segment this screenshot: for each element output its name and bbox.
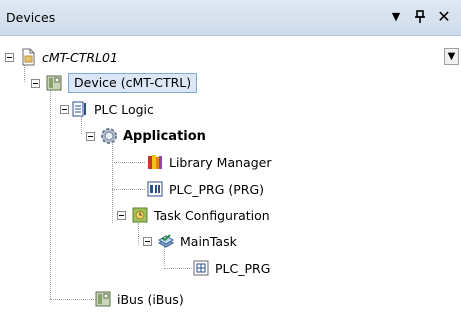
tree-item-ibus[interactable]: iBus (iBus) [94, 289, 184, 309]
task-configuration-label: Task Configuration [154, 207, 270, 223]
ibus-device-icon [94, 290, 112, 308]
device-label: Device (cMT-CTRL) [68, 73, 198, 93]
task-icon [157, 232, 175, 250]
tree-connector [112, 189, 145, 190]
plc-logic-label: PLC Logic [94, 101, 154, 117]
ibus-label: iBus (iBus) [117, 291, 184, 307]
tree-item-plc-logic[interactable]: PLC Logic [71, 99, 154, 119]
program-pou-icon [146, 180, 164, 198]
tree-item-device[interactable]: Device (cMT-CTRL) [45, 73, 198, 93]
panel-title: Devices [6, 10, 56, 25]
close-icon[interactable]: ✕ [434, 7, 454, 27]
tree-item-application[interactable]: Application [100, 126, 206, 146]
devices-panel-header: Devices ▼ ✕ [0, 0, 461, 36]
tree-item-main-task[interactable]: MainTask [157, 231, 237, 251]
tree-dropdown-button[interactable]: ▼ [444, 48, 459, 65]
plc-prg-pou-label: PLC_PRG (PRG) [169, 181, 265, 197]
plc-logic-icon [71, 100, 89, 118]
tree-connector [112, 140, 113, 223]
tree-item-plc-prg-pou[interactable]: PLC_PRG (PRG) [146, 179, 264, 199]
library-books-icon [146, 153, 164, 171]
application-gear-icon [100, 127, 118, 145]
collapse-toggle-device[interactable] [31, 79, 40, 88]
collapse-toggle-task-configuration[interactable] [117, 211, 126, 220]
plc-prg-call-label: PLC_PRG [215, 260, 271, 276]
tree-connector [164, 268, 192, 269]
project-label: cMT-CTRL01 [42, 49, 118, 65]
tree-item-project[interactable]: cMT-CTRL01 [19, 47, 118, 67]
project-file-icon [19, 48, 37, 66]
tree-connector [50, 88, 51, 299]
device-icon [45, 74, 63, 92]
panel-menu-dropdown-button[interactable]: ▼ [386, 7, 406, 27]
collapse-toggle-application[interactable] [86, 132, 95, 141]
pin-icon[interactable] [410, 7, 430, 27]
main-task-label: MainTask [180, 233, 237, 249]
task-configuration-icon [131, 206, 149, 224]
tree-connector [50, 299, 94, 300]
application-label: Application [123, 128, 206, 144]
collapse-toggle-main-task[interactable] [143, 237, 152, 246]
collapse-toggle-plc-logic[interactable] [60, 105, 69, 114]
tree-item-library-manager[interactable]: Library Manager [146, 152, 271, 172]
program-call-icon [192, 259, 210, 277]
tree-item-task-configuration[interactable]: Task Configuration [131, 205, 270, 225]
library-manager-label: Library Manager [169, 154, 272, 170]
tree-connector [138, 223, 139, 245]
tree-item-plc-prg-call[interactable]: PLC_PRG [192, 258, 270, 278]
collapse-toggle-project[interactable] [5, 53, 14, 62]
tree-connector [112, 162, 145, 163]
